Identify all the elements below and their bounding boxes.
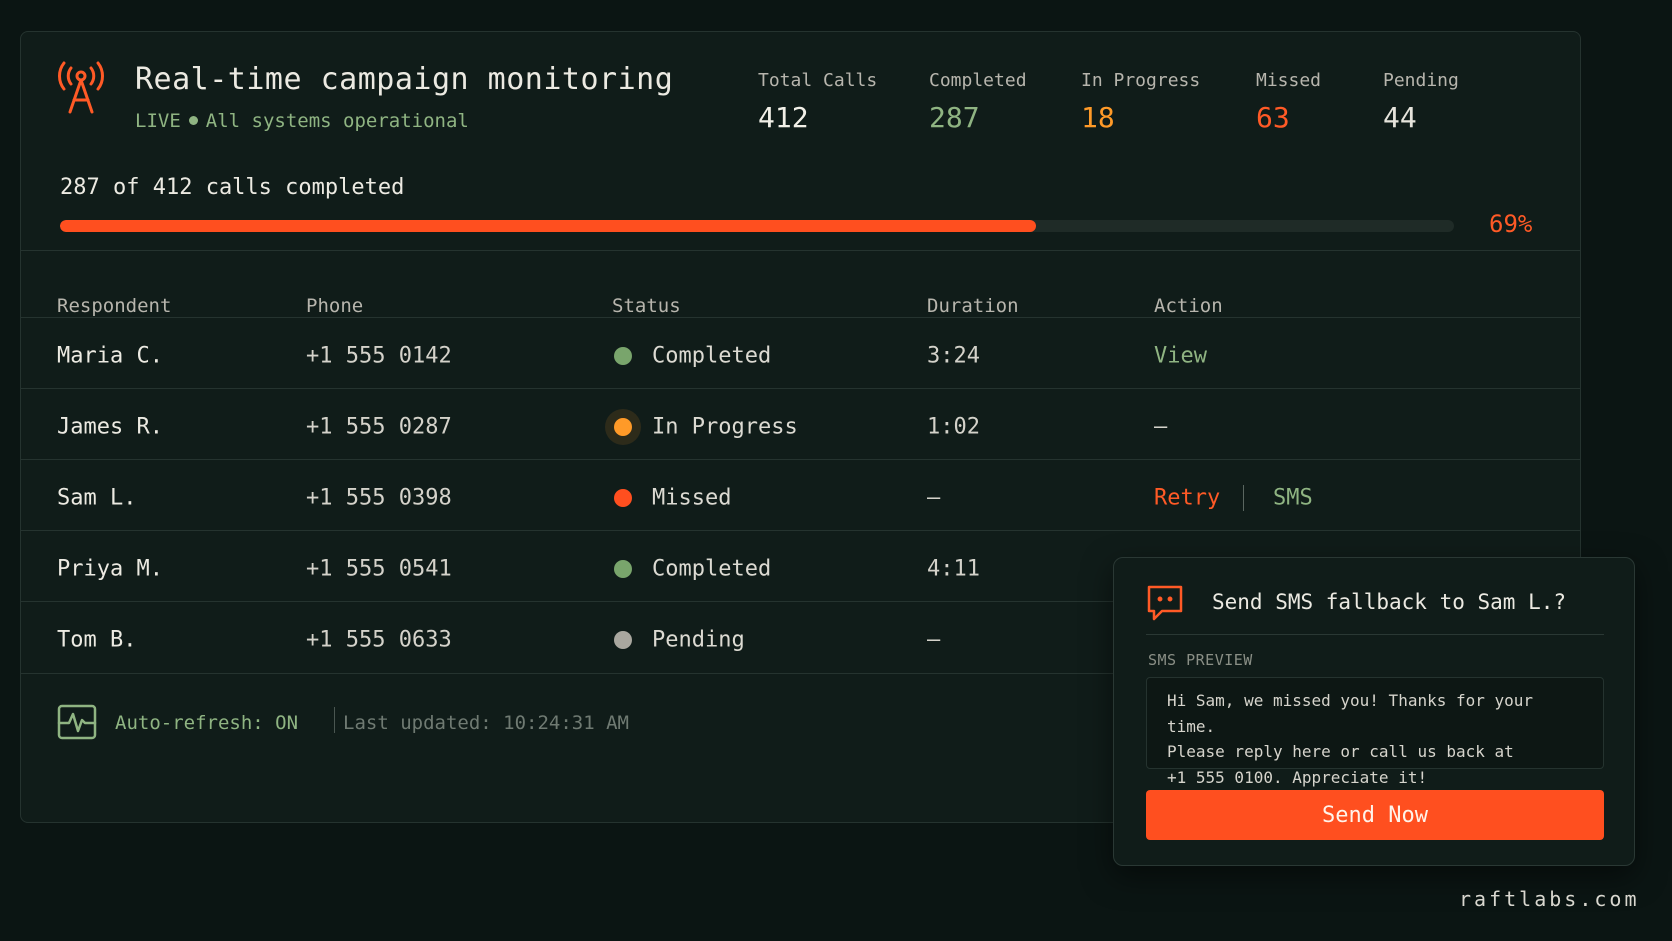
- sms-button[interactable]: SMS: [1273, 485, 1313, 510]
- stat-label: Total Calls: [758, 70, 878, 91]
- progress-fill: [60, 220, 1036, 232]
- column-header-duration[interactable]: Duration: [927, 295, 1019, 317]
- system-status-text: All systems operational: [205, 110, 469, 132]
- live-label: LIVE: [135, 110, 181, 132]
- activity-pulse-icon: [57, 704, 97, 740]
- last-updated: Last updated: 10:24:31 AM: [343, 712, 629, 734]
- respondent-name: Tom B.: [57, 627, 137, 652]
- stat-pending: Pending 44: [1383, 70, 1459, 134]
- divider: [1146, 634, 1604, 635]
- status-label: In Progress: [652, 414, 798, 439]
- divider: [21, 250, 1580, 251]
- sms-preview-text[interactable]: Hi Sam, we missed you! Thanks for your t…: [1146, 677, 1604, 787]
- status-label: Missed: [652, 485, 732, 510]
- progress-label: 287 of 412 calls completed: [60, 175, 405, 200]
- action-separator: [1243, 484, 1244, 511]
- stat-missed: Missed 63: [1256, 70, 1321, 134]
- table-row[interactable]: Sam L. +1 555 0398 Missed — Retry SMS: [21, 460, 1580, 535]
- preview-label: SMS PREVIEW: [1148, 651, 1253, 669]
- sms-fallback-dialog: Send SMS fallback to Sam L.? SMS PREVIEW…: [1113, 557, 1635, 866]
- respondent-name: Maria C.: [57, 343, 163, 368]
- status-dot-icon: [614, 559, 632, 578]
- view-link[interactable]: View: [1154, 343, 1207, 368]
- stat-label: Completed: [929, 70, 1027, 91]
- duration: 3:24: [927, 343, 980, 368]
- column-header-action: Action: [1154, 295, 1223, 317]
- duration: 4:11: [927, 556, 980, 581]
- table-row[interactable]: James R. +1 555 0287 In Progress 1:02 —: [21, 389, 1580, 464]
- stat-value: 44: [1383, 101, 1417, 134]
- brand-watermark: raftlabs.com: [1459, 887, 1640, 911]
- status-dot-icon: [614, 630, 632, 649]
- phone-number: +1 555 0142: [306, 343, 452, 368]
- phone-number: +1 555 0541: [306, 556, 452, 581]
- stat-total-calls: Total Calls 412: [758, 70, 877, 134]
- status-label: Completed: [652, 343, 772, 368]
- page-title: Real-time campaign monitoring: [135, 62, 674, 97]
- column-header-status[interactable]: Status: [612, 295, 681, 317]
- stat-value: 287: [929, 101, 980, 134]
- action-placeholder: —: [1154, 414, 1168, 439]
- stat-value: 18: [1081, 101, 1115, 134]
- phone-number: +1 555 0287: [306, 414, 452, 439]
- live-status: LIVE All systems operational: [135, 110, 469, 132]
- respondent-name: Priya M.: [57, 556, 163, 581]
- stat-label: In Progress: [1081, 70, 1201, 91]
- stat-label: Missed: [1256, 70, 1322, 91]
- status-label: Pending: [652, 627, 745, 652]
- duration: —: [927, 627, 941, 652]
- stat-in-progress: In Progress 18: [1081, 70, 1200, 134]
- live-dot-icon: [188, 116, 198, 125]
- respondent-name: James R.: [57, 414, 163, 439]
- retry-button[interactable]: Retry: [1154, 485, 1220, 510]
- column-header-respondent[interactable]: Respondent: [57, 295, 171, 317]
- status-dot-icon: [614, 417, 632, 436]
- status-label: Completed: [652, 556, 772, 581]
- antenna-tower-icon: [57, 61, 105, 114]
- stat-label: Pending: [1383, 70, 1459, 91]
- stat-completed: Completed 287: [929, 70, 1027, 134]
- phone-number: +1 555 0398: [306, 485, 452, 510]
- column-header-phone[interactable]: Phone: [306, 295, 363, 317]
- send-now-button[interactable]: Send Now: [1146, 790, 1604, 840]
- duration: 1:02: [927, 414, 980, 439]
- respondent-name: Sam L.: [57, 485, 137, 510]
- preview-line: Hi Sam, we missed you! Thanks for your t…: [1167, 691, 1534, 736]
- preview-line: +1 555 0100. Appreciate it!: [1167, 767, 1428, 787]
- chat-bubble-icon: [1147, 585, 1183, 621]
- stat-value: 63: [1256, 101, 1290, 134]
- phone-number: +1 555 0633: [306, 627, 452, 652]
- stat-value: 412: [758, 101, 809, 134]
- status-dot-icon: [614, 488, 632, 507]
- status-dot-icon: [614, 346, 632, 365]
- dialog-title: Send SMS fallback to Sam L.?: [1212, 590, 1567, 614]
- preview-line: Please reply here or call us back at: [1167, 742, 1514, 761]
- progress-track: [60, 220, 1454, 232]
- table-row[interactable]: Maria C. +1 555 0142 Completed 3:24 View: [21, 318, 1580, 393]
- progress-percent: 69%: [1489, 210, 1533, 238]
- footer-separator: [334, 707, 335, 733]
- auto-refresh-status[interactable]: Auto-refresh: ON: [115, 712, 298, 734]
- duration: —: [927, 485, 941, 510]
